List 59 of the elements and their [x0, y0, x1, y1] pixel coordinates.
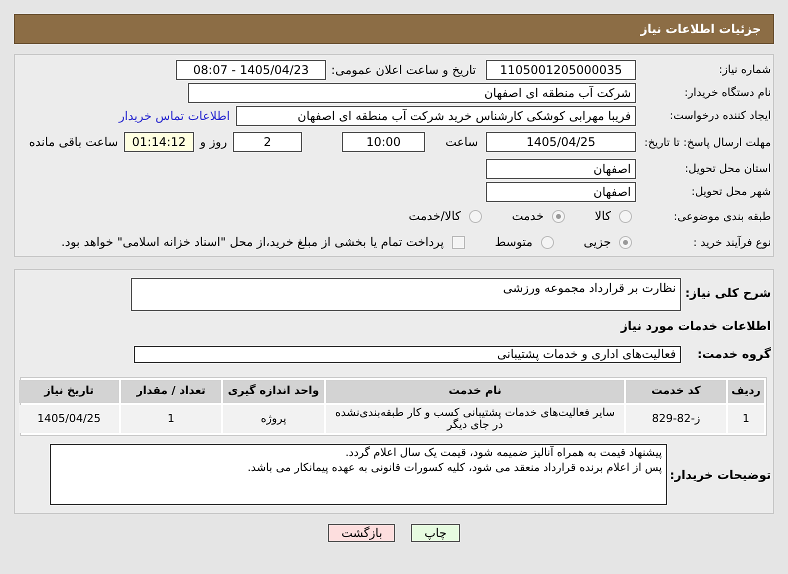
field-label: نوع فرآیند خرید : [692, 236, 771, 248]
field-label: نام دستگاه خریدار: [683, 86, 771, 99]
field-label: شماره نیاز: [718, 63, 771, 76]
field-label: طبقه بندی موضوعی: [672, 210, 771, 222]
field-label: ساعت [444, 134, 478, 151]
table-cell: سایر فعالیت‌های خدمات پشتیبانی کسب و کار طبقه‌بندی‌نشده در جای دیگر [326, 405, 624, 433]
radio-button[interactable] [552, 210, 565, 222]
radio-label: خدمت [512, 208, 544, 225]
checkbox-label: پرداخت تمام یا بخشی از مبلغ خرید،از محل "اسناد خزانه اسلامی" خواهد بود. [61, 234, 444, 251]
description-field[interactable]: نظارت بر قرارداد مجموعه ورزشی [131, 278, 681, 311]
field-label: شرح کلی نیاز: [684, 285, 771, 302]
text-field[interactable]: 1405/04/23 - 08:07 [176, 60, 326, 80]
column-header: ردیف [728, 380, 764, 403]
note-line: پس از اعلام برنده قرارداد منعقد می شود، کلیه کسورات قانونی به عهده پیمانکار می باشد. [246, 460, 662, 475]
radio-button[interactable] [619, 210, 632, 222]
field-label: ایجاد کننده درخواست: [668, 109, 771, 122]
radio-label: کالا [594, 208, 611, 225]
table-cell: ز-82-829 [626, 405, 726, 433]
checkbox[interactable] [452, 236, 465, 248]
column-header: تعداد / مقدار [121, 380, 221, 403]
text-field[interactable]: اصفهان [486, 158, 636, 178]
buyer-notes-field[interactable]: پیشنهاد قیمت به همراه آنالیز ضمیمه شود، قیمت یک سال اعلام گردد. پس از اعلام برنده قرارداد منعقد می شود، کلیه کسورات قانونی به عهده پیمانکار می باشد. [50, 444, 667, 505]
field-label: گروه خدمت: [696, 346, 771, 363]
field-label: شهر محل تحویل: [690, 185, 771, 198]
text-field[interactable]: 10:00 [342, 132, 425, 152]
column-header: کد خدمت [626, 380, 726, 403]
table-cell: 1 [728, 405, 764, 433]
contact-link[interactable]: اطلاعات تماس خریدار [118, 106, 230, 124]
note-line: پیشنهاد قیمت به همراه آنالیز ضمیمه شود، قیمت یک سال اعلام گردد. [344, 445, 662, 460]
text-field[interactable]: فریبا مهرابی کوشکی کارشناس خرید شرکت آب منطقه ای اصفهان [236, 106, 636, 126]
text-field[interactable]: 2 [233, 132, 302, 152]
service-group-field[interactable]: فعالیت‌های اداری و خدمات پشتیبانی [134, 346, 681, 362]
radio-label: جزیی [584, 234, 611, 251]
section-heading: اطلاعات خدمات مورد نیاز [619, 318, 771, 335]
radio-button[interactable] [540, 236, 554, 248]
field-label: روز و [200, 134, 227, 151]
field-label: مهلت ارسال پاسخ: تا تاریخ: [643, 136, 771, 148]
column-header: تاریخ نیاز [19, 380, 119, 403]
radio-button[interactable] [468, 210, 482, 222]
field-label: توضیحات خریدار: [668, 466, 771, 484]
text-field[interactable]: 01:14:12 [124, 132, 194, 152]
back-button[interactable]: بازگشت [328, 524, 396, 542]
field-label: استان محل تحویل: [684, 162, 771, 175]
column-header: واحد اندازه گیری [223, 380, 324, 403]
radio-label: متوسط [494, 234, 533, 251]
table-cell: 1 [121, 405, 221, 433]
print-button[interactable]: چاپ [411, 524, 460, 542]
column-header: نام خدمت [326, 380, 624, 403]
radio-label: کالا/خدمت [408, 208, 461, 225]
text-field[interactable]: 1105001205000035 [486, 60, 636, 80]
field-label: ساعت باقی مانده [28, 134, 118, 151]
table-cell: 1405/04/25 [19, 405, 119, 433]
text-field[interactable]: 1405/04/25 [486, 132, 636, 152]
page-title: جزئیات اطلاعات نیاز [640, 21, 761, 38]
text-field[interactable]: اصفهان [486, 182, 636, 202]
table-cell: پروژه [223, 405, 324, 433]
text-field[interactable]: شرکت آب منطقه ای اصفهان [188, 82, 636, 102]
field-label: تاریخ و ساعت اعلان عمومی: [330, 62, 476, 78]
radio-button[interactable] [619, 236, 632, 248]
